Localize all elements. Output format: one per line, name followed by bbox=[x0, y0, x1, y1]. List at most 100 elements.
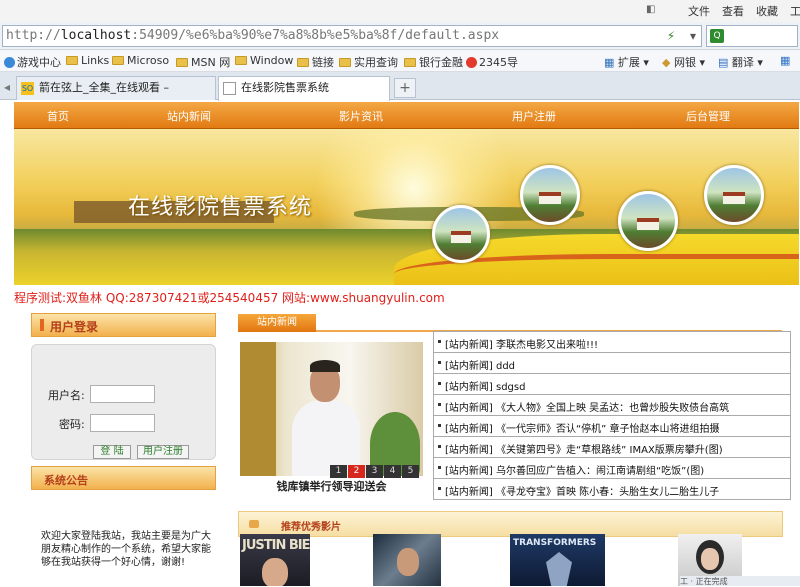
pager-2[interactable]: 2 bbox=[348, 465, 365, 478]
tab-scroll-left-icon[interactable]: ◂ bbox=[4, 80, 10, 94]
password-label: 密码: bbox=[59, 418, 85, 431]
bullet-icon bbox=[438, 403, 441, 406]
poster-face bbox=[397, 548, 419, 576]
poster-title: JUSTIN BIEBER bbox=[242, 538, 310, 553]
list-item[interactable]: [站内新闻] 《大人物》全国上映 吴孟达：也曾炒股失败债台高筑 bbox=[433, 395, 791, 416]
recommend-title: 推荐优秀影片 bbox=[281, 522, 341, 533]
browser-menubar: ◧ 文件 查看 收藏 工 bbox=[0, 0, 800, 22]
address-bar: http://localhost:54909/%e6%ba%90%e7%a8%8… bbox=[0, 22, 800, 50]
poster-face bbox=[701, 548, 719, 570]
bullet-icon bbox=[438, 382, 441, 385]
nav-news[interactable]: 站内新闻 bbox=[167, 108, 211, 124]
register-button[interactable]: 用户注册 bbox=[137, 445, 189, 459]
fav-2345[interactable]: 2345导 bbox=[466, 54, 518, 70]
tab-label: 在线影院售票系统 bbox=[241, 81, 329, 94]
toolbar-label: 翻译 bbox=[731, 56, 754, 69]
2345-icon bbox=[466, 57, 477, 68]
status-bar: 工 · 正在完成 bbox=[680, 576, 800, 586]
menu-favorites[interactable]: 收藏 bbox=[756, 3, 778, 19]
fav-game-center[interactable]: 游戏中心 bbox=[4, 54, 61, 70]
login-form: 用户名: 密码: 登 陆 用户注册 bbox=[31, 344, 216, 460]
fav-banking[interactable]: 银行金融 bbox=[404, 54, 463, 70]
login-button[interactable]: 登 陆 bbox=[93, 445, 131, 459]
nav-register[interactable]: 用户注册 bbox=[512, 108, 556, 124]
list-item[interactable]: [站内新闻] sdgsd bbox=[433, 374, 791, 395]
bullet-icon bbox=[438, 487, 441, 490]
fav-windows[interactable]: Window bbox=[235, 54, 293, 67]
movie-poster-3[interactable]: TRANSFORMERS bbox=[510, 534, 605, 586]
banner-photo-2 bbox=[520, 165, 580, 225]
news-item-text: [站内新闻] 《一代宗师》否认“停机” 章子怡赵本山将进组拍摄 bbox=[445, 424, 720, 435]
folder-icon bbox=[297, 58, 309, 67]
globe-icon bbox=[4, 57, 15, 68]
favorites-bar: 游戏中心 Links Microso MSN 网 Window 链接 实用查询 … bbox=[0, 50, 800, 72]
pager-1[interactable]: 1 bbox=[330, 465, 347, 478]
banner-title: 在线影院售票系统 bbox=[128, 195, 313, 220]
poster-face bbox=[262, 558, 288, 586]
notice-title: 系统公告 bbox=[44, 474, 88, 487]
fav-queries[interactable]: 实用查询 bbox=[339, 54, 398, 70]
folder-icon bbox=[404, 58, 416, 67]
banner-photo-3 bbox=[618, 191, 678, 251]
fav-label: 2345导 bbox=[479, 56, 518, 69]
movie-poster-1[interactable]: JUSTIN BIEBER bbox=[240, 534, 310, 586]
address-input[interactable]: http://localhost:54909/%e6%ba%90%e7%a8%8… bbox=[2, 25, 702, 47]
list-item[interactable]: [站内新闻] 《寻龙夺宝》首映 陈小春：头胎生女儿二胎生儿子 bbox=[433, 479, 791, 500]
nav-admin[interactable]: 后台管理 bbox=[686, 108, 730, 124]
menu-view[interactable]: 查看 bbox=[722, 3, 744, 19]
list-item[interactable]: [站内新闻] ddd bbox=[433, 353, 791, 374]
nav-home[interactable]: 首页 bbox=[47, 108, 69, 124]
news-item-text: [站内新闻] 《大人物》全国上映 吴孟达：也曾炒股失败债台高筑 bbox=[445, 403, 730, 414]
news-item-text: [站内新闻] ddd bbox=[445, 361, 516, 372]
translate-icon: ▤ bbox=[718, 56, 729, 69]
poster-robot bbox=[546, 552, 572, 586]
pager-4[interactable]: 4 bbox=[384, 465, 401, 478]
lightning-icon[interactable]: ⚡ bbox=[662, 27, 680, 45]
pager-5[interactable]: 5 bbox=[402, 465, 419, 478]
news-item-text: [站内新闻] 《关键第四号》走“草根路线” IMAX版票房攀升(图) bbox=[445, 445, 723, 456]
list-item[interactable]: [站内新闻] 乌尔善回应广告植入：闹江南请剧组“吃饭”(图) bbox=[433, 458, 791, 479]
grid-icon: ▦ bbox=[604, 56, 615, 69]
fav-msn[interactable]: MSN 网 bbox=[176, 54, 230, 70]
tab-cinema[interactable]: 在线影院售票系统 bbox=[218, 76, 390, 101]
fav-label: 链接 bbox=[312, 56, 334, 69]
fav-links-cn[interactable]: 链接 bbox=[297, 54, 334, 70]
fav-links[interactable]: Links bbox=[66, 54, 109, 67]
list-item[interactable]: [站内新闻] 《关键第四号》走“草根路线” IMAX版票房攀升(图) bbox=[433, 437, 791, 458]
nav-movies[interactable]: 影片资讯 bbox=[339, 108, 383, 124]
movie-poster-2[interactable] bbox=[373, 534, 441, 586]
compat-icon[interactable]: ◧ bbox=[646, 4, 660, 16]
address-text: http://localhost:54909/%e6%ba%90%e7%a8%8… bbox=[6, 28, 500, 43]
username-input[interactable] bbox=[90, 385, 155, 403]
address-host: localhost bbox=[60, 28, 132, 43]
tab-soku[interactable]: SO 箭在弦上_全集_在线观看 – bbox=[16, 76, 216, 100]
fav-label: Window bbox=[250, 54, 294, 67]
dropdown-chevron-icon[interactable]: ▾ bbox=[684, 27, 702, 45]
fav-microsoft[interactable]: Microso bbox=[112, 54, 169, 67]
bullet-icon bbox=[438, 445, 441, 448]
list-item[interactable]: [站内新闻] 《一代宗师》否认“停机” 章子怡赵本山将进组拍摄 bbox=[433, 416, 791, 437]
search-engine-icon[interactable]: Q bbox=[710, 29, 724, 43]
menu-file[interactable]: 文件 bbox=[688, 3, 710, 19]
password-input[interactable] bbox=[90, 414, 155, 432]
main-nav: 首页 站内新闻 影片资讯 用户注册 后台管理 bbox=[14, 102, 799, 129]
search-input[interactable]: Q bbox=[706, 25, 798, 47]
banner-photo-1 bbox=[432, 205, 490, 263]
list-item[interactable]: [站内新闻] 李联杰电影又出来啦!!! bbox=[433, 332, 791, 353]
more-icon[interactable]: ▦ bbox=[780, 54, 790, 67]
tab-label: 箭在弦上_全集_在线观看 – bbox=[39, 81, 169, 94]
news-list: [站内新闻] 李联杰电影又出来啦!!! [站内新闻] ddd [站内新闻] sd… bbox=[433, 331, 791, 500]
folder-icon bbox=[112, 56, 124, 65]
bullet-icon bbox=[438, 361, 441, 364]
extensions-button[interactable]: ▦ 扩展 ▾ bbox=[604, 54, 649, 70]
new-tab-button[interactable]: + bbox=[394, 78, 416, 98]
notice-text: 欢迎大家登陆我站，我站主要是为广大朋友精心制作的一个系统，希望大家能够在我站获得… bbox=[41, 531, 211, 568]
menu-tools[interactable]: 工 bbox=[790, 3, 800, 19]
news-photo-caption[interactable]: 钱库镇举行领导迎送会 bbox=[240, 478, 423, 494]
netbank-button[interactable]: ◆ 网银 ▾ bbox=[662, 54, 705, 70]
pager-3[interactable]: 3 bbox=[366, 465, 383, 478]
fav-label: Links bbox=[81, 54, 110, 67]
translate-button[interactable]: ▤ 翻译 ▾ bbox=[718, 54, 763, 70]
news-photo[interactable] bbox=[240, 342, 423, 476]
notice-header: 系统公告 bbox=[31, 466, 216, 490]
